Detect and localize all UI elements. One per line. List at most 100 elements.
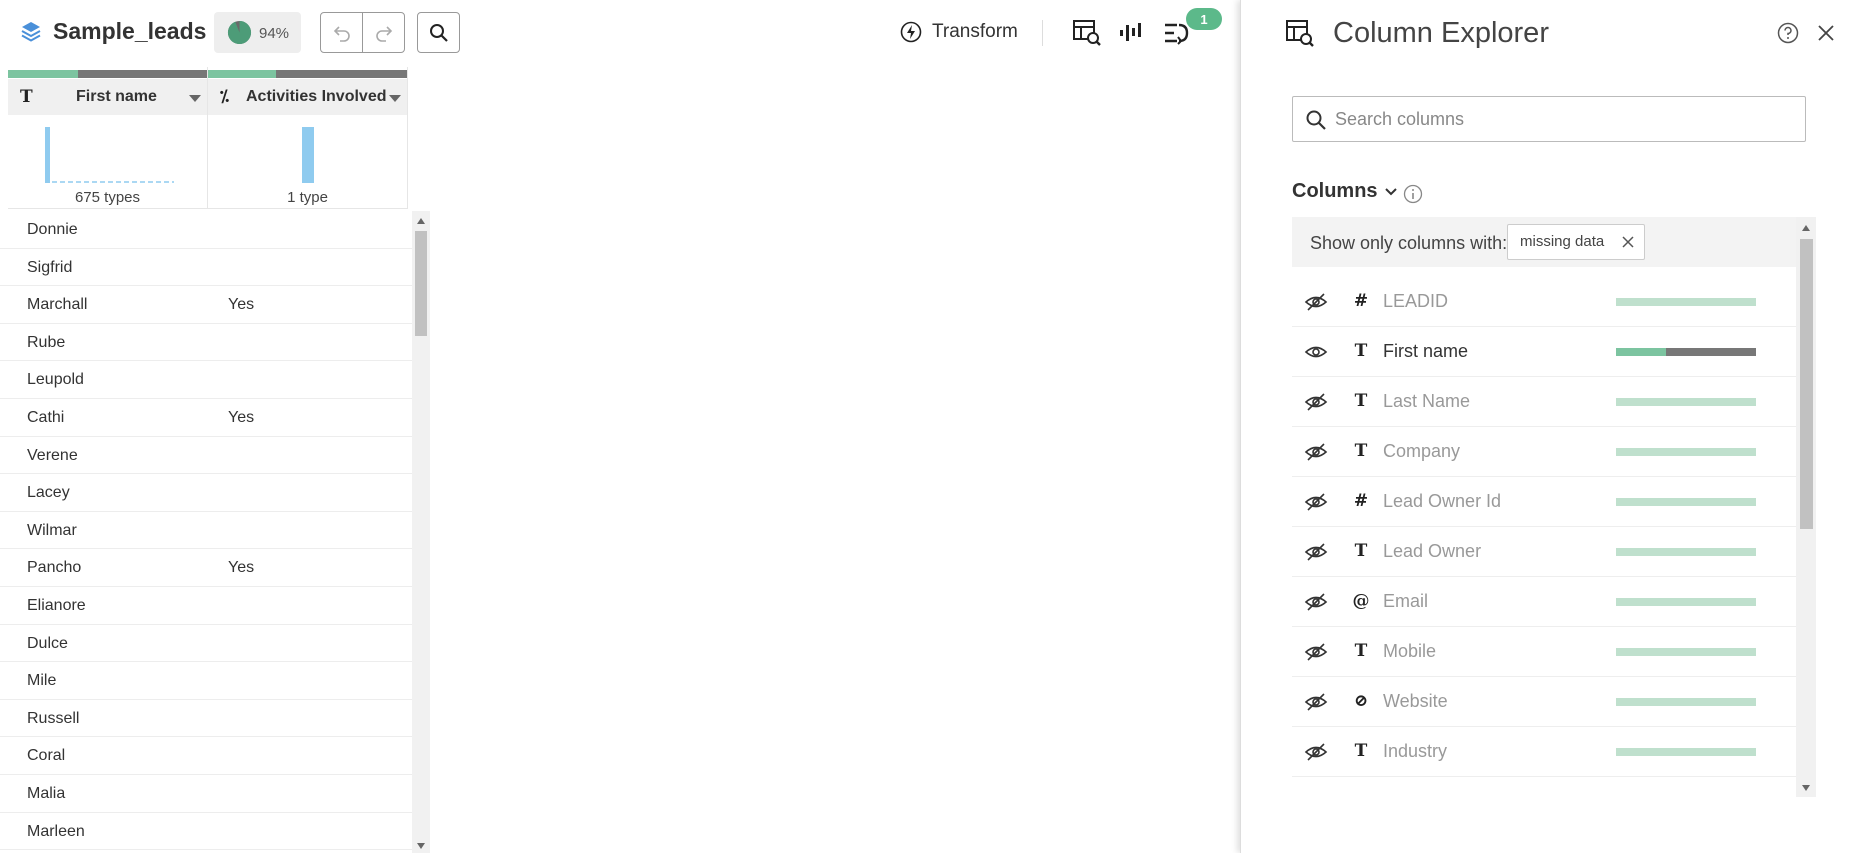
eye-hidden-icon[interactable] <box>1304 690 1328 719</box>
table-row[interactable]: Russell <box>0 700 412 738</box>
scroll-up-arrow-icon[interactable] <box>417 218 425 224</box>
cell-first-name[interactable]: Marchall <box>27 296 87 314</box>
dataset-title[interactable]: Sample_leads <box>53 18 206 45</box>
cell-first-name[interactable]: Russell <box>27 710 79 728</box>
table-row[interactable]: Lacey <box>0 474 412 512</box>
column-list-item[interactable]: ⊘ Website <box>1292 677 1796 727</box>
cell-first-name[interactable]: Marleen <box>27 823 85 841</box>
transform-button[interactable]: Transform <box>900 18 1018 46</box>
column-quality-bar <box>1616 398 1756 406</box>
column-explorer-button[interactable] <box>1071 18 1103 48</box>
undo-button[interactable] <box>321 13 363 52</box>
data-quality-indicator[interactable]: 94% <box>214 12 301 53</box>
scroll-up-arrow-icon[interactable] <box>1802 225 1810 231</box>
close-icon[interactable] <box>1815 22 1837 44</box>
columns-list-scrollbar[interactable] <box>1796 217 1816 797</box>
column-list-item[interactable]: # Lead Owner Id <box>1292 477 1796 527</box>
columns-dropdown[interactable]: Columns <box>1292 180 1398 203</box>
redo-icon <box>376 25 393 42</box>
table-row[interactable]: Cathi Yes <box>0 399 412 437</box>
scroll-down-arrow-icon[interactable] <box>417 843 425 849</box>
column-name: Company <box>1383 441 1461 461</box>
column-list-item[interactable]: T Company <box>1292 427 1796 477</box>
column-menu-caret-icon[interactable] <box>389 95 401 102</box>
search-columns-field[interactable] <box>1292 96 1806 142</box>
table-row[interactable]: Leupold <box>0 361 412 399</box>
redo-button[interactable] <box>363 13 405 52</box>
eye-icon[interactable] <box>1304 340 1328 369</box>
table-row[interactable]: Marleen <box>0 813 412 851</box>
scroll-thumb[interactable] <box>1800 239 1813 529</box>
remove-filter-icon[interactable] <box>1622 236 1634 248</box>
quality-bar-valid <box>1616 398 1756 406</box>
column-histogram[interactable] <box>208 125 408 185</box>
cell-first-name[interactable]: Malia <box>27 785 65 803</box>
cell-first-name[interactable]: Mile <box>27 672 56 690</box>
table-row[interactable]: Malia <box>0 775 412 813</box>
scroll-thumb[interactable] <box>415 231 427 336</box>
cell-first-name[interactable]: Donnie <box>27 221 78 239</box>
filter-chip-missing-data[interactable]: missing data <box>1507 224 1646 260</box>
eye-hidden-icon[interactable] <box>1304 290 1328 319</box>
column-name: LEADID <box>1383 291 1449 311</box>
column-explorer-icon <box>1073 20 1101 46</box>
grid-scrollbar[interactable] <box>412 211 430 853</box>
eye-hidden-icon[interactable] <box>1304 440 1328 469</box>
column-list-item[interactable]: T Last Name <box>1292 377 1796 427</box>
eye-hidden-icon[interactable] <box>1304 740 1328 769</box>
eye-hidden-icon[interactable] <box>1304 540 1328 569</box>
column-type-icon: T <box>1354 341 1368 361</box>
column-type-icon: T <box>1354 391 1368 411</box>
column-menu-caret-icon[interactable] <box>189 95 201 102</box>
eye-hidden-icon[interactable] <box>1304 590 1328 619</box>
table-row[interactable]: Verene <box>0 437 412 475</box>
table-row[interactable]: Elianore <box>0 587 412 625</box>
scroll-down-arrow-icon[interactable] <box>1802 785 1810 791</box>
column-stats-button[interactable] <box>1115 18 1147 48</box>
search-button[interactable] <box>417 12 460 53</box>
column-histogram[interactable] <box>8 125 208 185</box>
column-quality-bar <box>1616 698 1756 706</box>
column-list-item[interactable]: T First name <box>1292 327 1796 377</box>
column-header-first-name[interactable]: T First name 675 types <box>8 67 208 209</box>
cell-first-name[interactable]: Elianore <box>27 597 86 615</box>
column-list-item[interactable]: T Industry <box>1292 727 1796 777</box>
filter-label: Show only columns with: <box>1310 233 1508 253</box>
eye-hidden-icon[interactable] <box>1304 390 1328 419</box>
column-list-item[interactable]: @ Email <box>1292 577 1796 627</box>
cell-first-name[interactable]: Pancho <box>27 559 81 577</box>
column-name: Lead Owner <box>1383 541 1482 561</box>
table-row[interactable]: Pancho Yes <box>0 549 412 587</box>
cell-first-name[interactable]: Wilmar <box>27 522 77 540</box>
cell-activities-involved[interactable]: Yes <box>228 296 254 314</box>
table-row[interactable]: Marchall Yes <box>0 286 412 324</box>
cell-first-name[interactable]: Sigfrid <box>27 259 72 277</box>
column-list-item[interactable]: T Lead Owner <box>1292 527 1796 577</box>
cell-first-name[interactable]: Cathi <box>27 409 64 427</box>
eye-hidden-icon[interactable] <box>1304 640 1328 669</box>
table-row[interactable]: Wilmar <box>0 512 412 550</box>
column-list-item[interactable]: T Mobile <box>1292 627 1796 677</box>
cell-first-name[interactable]: Rube <box>27 334 65 352</box>
cell-first-name[interactable]: Dulce <box>27 635 68 653</box>
columns-list: # LEADID T First name T Last Name T Company # Lea… <box>1292 277 1796 777</box>
table-row[interactable]: Mile <box>0 662 412 700</box>
table-row[interactable]: Rube <box>0 324 412 362</box>
cell-first-name[interactable]: Verene <box>27 447 78 465</box>
column-explorer-panel: Column Explorer Columns Show only column… <box>1240 0 1850 853</box>
column-header-activities-involved[interactable]: ⁒ Activities Involved 1 type <box>208 67 408 209</box>
cell-activities-involved[interactable]: Yes <box>228 559 254 577</box>
search-columns-input[interactable] <box>1335 105 1795 133</box>
eye-hidden-icon[interactable] <box>1304 490 1328 519</box>
info-icon[interactable] <box>1403 184 1423 204</box>
column-list-item[interactable]: # LEADID <box>1292 277 1796 327</box>
table-row[interactable]: Dulce <box>0 625 412 663</box>
cell-first-name[interactable]: Leupold <box>27 371 84 389</box>
table-row[interactable]: Sigfrid <box>0 249 412 287</box>
table-row[interactable]: Coral <box>0 737 412 775</box>
help-icon[interactable] <box>1777 22 1799 44</box>
cell-first-name[interactable]: Lacey <box>27 484 70 502</box>
cell-first-name[interactable]: Coral <box>27 747 65 765</box>
cell-activities-involved[interactable]: Yes <box>228 409 254 427</box>
table-row[interactable]: Donnie <box>0 211 412 249</box>
